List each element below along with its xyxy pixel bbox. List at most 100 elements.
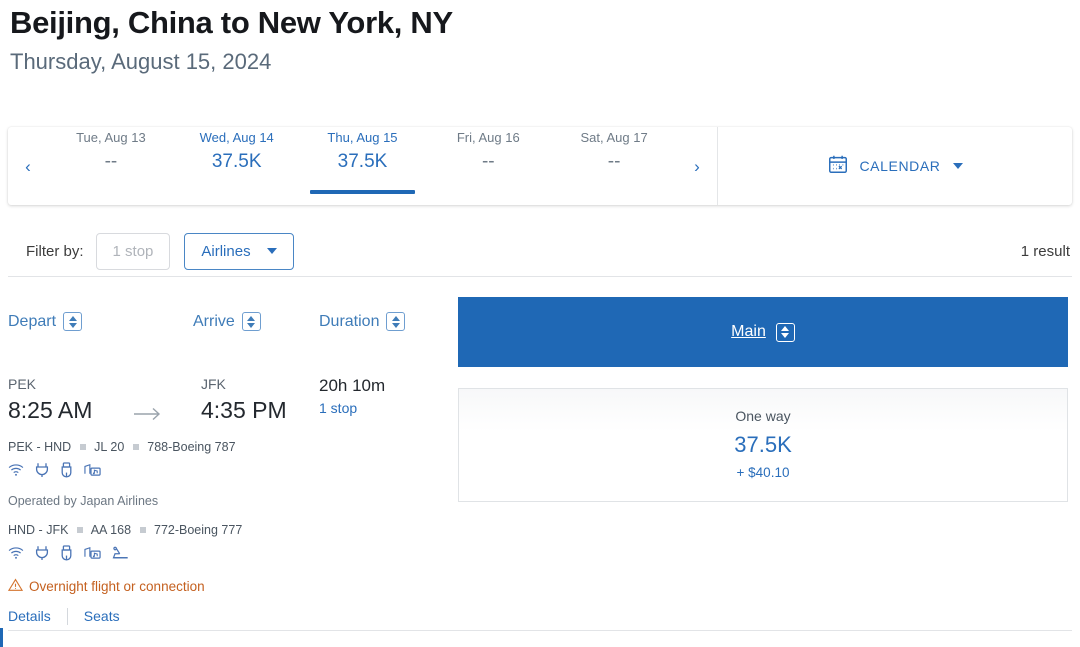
- segment-1-aircraft: 788-Boeing 787: [147, 440, 236, 454]
- stops-count-link[interactable]: 1 stop: [319, 398, 385, 420]
- chevron-down-icon: [952, 163, 963, 169]
- arrive-time: 4:35 PM: [201, 396, 287, 423]
- flight-times-row: PEK 8:25 AM JFK 4:35 PM 20h 10m 1 stop: [8, 375, 448, 433]
- arrive-column: JFK 4:35 PM: [201, 375, 287, 426]
- operated-by-label: Operated by Japan Airlines: [8, 493, 159, 508]
- sort-by-duration[interactable]: Duration: [319, 312, 406, 331]
- calendar-section: CALENDAR: [718, 127, 1072, 205]
- depart-airport-code: PEK: [8, 376, 37, 392]
- date-cell-price: --: [104, 151, 118, 173]
- date-cell-tue-aug-13[interactable]: Tue, Aug 13 --: [48, 113, 174, 205]
- date-cell-price: --: [481, 151, 495, 173]
- itinerary-links: Details Seats: [8, 607, 448, 625]
- date-strip-panel: ‹ Tue, Aug 13 -- Wed, Aug 14 37.5K Thu, …: [8, 127, 1072, 205]
- sort-arrows-icon: [386, 312, 406, 331]
- airlines-filter-dropdown[interactable]: Airlines: [184, 232, 294, 270]
- cabin-class-label[interactable]: Main: [731, 323, 766, 341]
- flight-itinerary: PEK 8:25 AM JFK 4:35 PM 20h 10m 1 stop P…: [7, 375, 448, 625]
- page-title: Beijing, China to New York, NY: [10, 5, 453, 40]
- segment-2-route: HND - JFK: [8, 522, 69, 537]
- filter-bar: Filter by: 1 stop Airlines 1 result: [0, 225, 1080, 277]
- filter-divider: [8, 276, 1072, 277]
- date-cell-thu-aug-15[interactable]: Thu, Aug 15 37.5K: [300, 113, 426, 205]
- details-link[interactable]: Details: [8, 608, 51, 624]
- calendar-button[interactable]: CALENDAR: [827, 153, 963, 180]
- sort-arrows-icon[interactable]: [775, 322, 795, 342]
- date-cell-sat-aug-17[interactable]: Sat, Aug 17 --: [551, 113, 677, 205]
- segment-2-amenities: [8, 545, 448, 566]
- wifi-icon: [8, 463, 24, 482]
- lie-flat-seat-icon: [112, 546, 129, 566]
- fare-taxes-fees: + $40.10: [736, 465, 790, 481]
- airlines-filter-label: Airlines: [201, 242, 251, 260]
- arrive-airport-code: JFK: [201, 376, 226, 392]
- fare-column-header: Main: [458, 297, 1068, 367]
- seats-link[interactable]: Seats: [84, 608, 120, 624]
- page-header: Beijing, China to New York, NY Thursday,…: [0, 0, 1080, 76]
- sort-arrive-label: Arrive: [193, 312, 235, 330]
- date-cell-label: Tue, Aug 13: [76, 129, 146, 145]
- separator-dot: [139, 526, 146, 533]
- power-outlet-icon: [35, 545, 49, 566]
- sort-depart-label: Depart: [8, 312, 57, 330]
- sort-arrows-icon: [241, 312, 261, 331]
- overnight-warning: Overnight flight or connection: [7, 577, 448, 595]
- flight-duration: 20h 10m: [319, 376, 386, 395]
- route-arrow-icon: [133, 407, 163, 421]
- segment-2-details: HND - JFK AA 168 772-Boeing 777: [8, 521, 448, 540]
- link-separator: [66, 607, 68, 625]
- wifi-icon: [8, 546, 24, 565]
- result-count: 1 result: [1020, 242, 1070, 260]
- fare-option-card[interactable]: One way 37.5K + $40.10: [458, 388, 1068, 502]
- stops-filter-label: 1 stop: [112, 242, 154, 260]
- segment-1-amenities: [8, 462, 448, 483]
- sort-by-arrive[interactable]: Arrive: [193, 312, 261, 331]
- warning-triangle-icon: [7, 577, 24, 595]
- bottom-divider: [8, 630, 1072, 631]
- date-cell-wed-aug-14[interactable]: Wed, Aug 14 37.5K: [174, 113, 300, 205]
- sort-duration-label: Duration: [319, 312, 380, 330]
- date-cell-price: --: [607, 151, 621, 173]
- sort-header-row: Depart Arrive Duration: [0, 312, 450, 342]
- separator-dot: [76, 526, 83, 533]
- entertainment-icon: [84, 463, 101, 483]
- date-cell-label: Fri, Aug 16: [456, 129, 520, 145]
- previous-dates-button[interactable]: ‹: [8, 158, 48, 175]
- date-cell-price: 37.5K: [337, 151, 388, 173]
- duration-column: 20h 10m 1 stop: [319, 375, 385, 420]
- date-list: Tue, Aug 13 -- Wed, Aug 14 37.5K Thu, Au…: [48, 127, 677, 205]
- trip-date-subtitle: Thursday, August 15, 2024: [10, 48, 272, 74]
- separator-dot: [132, 444, 139, 451]
- overnight-warning-label: Overnight flight or connection: [29, 578, 205, 594]
- selected-date-indicator: [309, 190, 416, 194]
- segment-1-route: PEK - HND: [8, 440, 72, 454]
- segment-2-flight-number: AA 168: [90, 522, 132, 537]
- power-outlet-icon: [35, 462, 49, 483]
- chevron-down-icon: [266, 248, 277, 254]
- usb-port-icon: [60, 462, 73, 483]
- sort-arrows-icon: [63, 312, 83, 331]
- depart-time: 8:25 AM: [8, 396, 93, 423]
- usb-port-icon: [60, 545, 73, 566]
- entertainment-icon: [84, 546, 101, 566]
- segment-2-aircraft: 772-Boeing 777: [154, 522, 243, 537]
- calendar-button-label: CALENDAR: [859, 158, 941, 174]
- date-cell-fri-aug-16[interactable]: Fri, Aug 16 --: [425, 113, 551, 205]
- calendar-icon: [827, 153, 849, 180]
- depart-column: PEK 8:25 AM: [8, 375, 92, 426]
- date-strip-scroller: ‹ Tue, Aug 13 -- Wed, Aug 14 37.5K Thu, …: [8, 127, 718, 205]
- filter-by-label: Filter by:: [26, 242, 84, 260]
- sort-by-depart[interactable]: Depart: [8, 312, 83, 331]
- fare-points-price: 37.5K: [734, 432, 792, 458]
- date-cell-label: Wed, Aug 14: [199, 129, 274, 145]
- date-cell-price: 37.5K: [211, 151, 262, 173]
- date-cell-label: Sat, Aug 17: [580, 129, 648, 145]
- left-accent-bar: [0, 628, 3, 647]
- date-cell-label: Thu, Aug 15: [327, 129, 398, 145]
- segment-1-flight-number: JL 20: [94, 440, 125, 454]
- fare-trip-type: One way: [735, 408, 791, 425]
- stops-filter-chip[interactable]: 1 stop: [95, 232, 171, 270]
- separator-dot: [79, 444, 86, 451]
- next-dates-button[interactable]: ›: [677, 158, 717, 175]
- segment-1-details: PEK - HND JL 20 788-Boeing 787: [8, 438, 448, 457]
